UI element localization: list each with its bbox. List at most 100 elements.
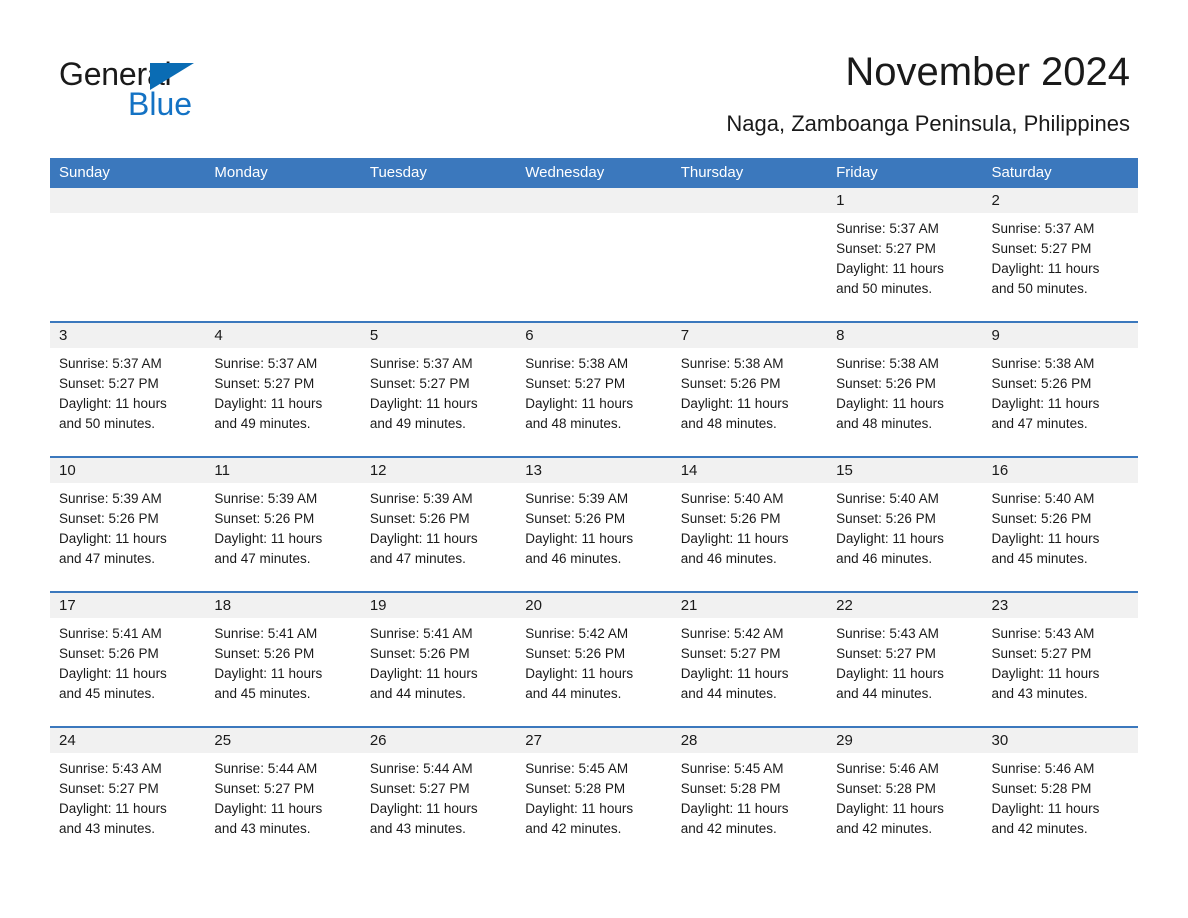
day-detail-line: Sunset: 5:26 PM: [59, 646, 159, 661]
day-number: 22: [827, 593, 983, 618]
day-detail-line: and 43 minutes.: [991, 686, 1088, 701]
day-detail-line: Sunset: 5:27 PM: [59, 781, 159, 796]
day-detail-line: and 50 minutes.: [836, 281, 933, 296]
day-detail-line: and 43 minutes.: [369, 821, 466, 836]
day-number: 16: [982, 458, 1138, 483]
day-details: Sunrise: 5:37 AM Sunset: 5:27 PM Daylight:…: [827, 213, 982, 299]
day-detail-line: Sunset: 5:27 PM: [991, 646, 1092, 661]
day-detail-line: Daylight: 11 hours: [680, 531, 789, 546]
calendar-day-cell[interactable]: 18 Sunrise: 5:41 AM Sunset: 5:26 PM Dayligh…: [205, 593, 361, 726]
day-detail-line: Sunset: 5:26 PM: [369, 511, 470, 526]
day-detail-line: Daylight: 11 hours: [214, 396, 323, 411]
day-detail-line: and 47 minutes.: [369, 551, 466, 566]
day-detail-line: Sunrise: 5:41 AM: [214, 626, 318, 641]
calendar-day-cell[interactable]: 3 Sunrise: 5:37 AM Sunset: 5:27 PM Daylight…: [50, 323, 206, 456]
calendar-day-cell[interactable]: 16 Sunrise: 5:40 AM Sunset: 5:26 PM Dayligh…: [982, 458, 1138, 591]
calendar-page: General Blue November 2024 Naga, Zamboan…: [0, 0, 1188, 918]
day-details: [672, 213, 827, 219]
day-detail-line: Sunrise: 5:41 AM: [59, 626, 162, 641]
day-detail-line: Daylight: 11 hours: [680, 396, 789, 411]
weekday-header-sunday: Sunday: [59, 164, 110, 181]
weekday-header-monday: Monday: [214, 164, 268, 181]
day-details: Sunrise: 5:40 AM Sunset: 5:26 PM Daylight:…: [827, 483, 982, 569]
calendar-week-row: 1 Sunrise: 5:37 AM Sunset: 5:27 PM Daylight…: [50, 188, 1138, 321]
day-detail-line: Sunrise: 5:43 AM: [59, 761, 162, 776]
calendar-day-cell[interactable]: 2 Sunrise: 5:37 AM Sunset: 5:27 PM Daylight…: [982, 188, 1138, 321]
day-detail-line: and 45 minutes.: [59, 686, 156, 701]
calendar-day-cell[interactable]: 14 Sunrise: 5:40 AM Sunset: 5:26 PM Dayligh…: [671, 458, 828, 591]
calendar-day-cell[interactable]: 12 Sunrise: 5:39 AM Sunset: 5:26 PM Dayligh…: [360, 458, 517, 591]
day-number: 7: [671, 323, 828, 348]
day-detail-line: and 45 minutes.: [991, 551, 1088, 566]
day-details: Sunrise: 5:37 AM Sunset: 5:27 PM Daylight:…: [983, 213, 1138, 299]
calendar-day-cell[interactable]: 24 Sunrise: 5:43 AM Sunset: 5:27 PM Dayligh…: [50, 728, 206, 848]
day-detail-line: Sunrise: 5:42 AM: [525, 626, 629, 641]
calendar-day-cell[interactable]: 20 Sunrise: 5:42 AM Sunset: 5:26 PM Dayligh…: [516, 593, 672, 726]
weekday-header-friday: Friday: [836, 164, 878, 181]
calendar-day-cell[interactable]: 30 Sunrise: 5:46 AM Sunset: 5:28 PM Dayligh…: [982, 728, 1138, 848]
day-details: Sunrise: 5:39 AM Sunset: 5:26 PM Daylight:…: [361, 483, 516, 569]
day-detail-line: Sunrise: 5:43 AM: [991, 626, 1095, 641]
general-blue-logo[interactable]: General Blue: [59, 55, 279, 125]
day-number: 18: [205, 593, 361, 618]
day-detail-line: and 50 minutes.: [59, 416, 156, 431]
day-detail-line: and 48 minutes.: [680, 416, 777, 431]
day-detail-line: Daylight: 11 hours: [836, 396, 944, 411]
day-detail-line: and 46 minutes.: [680, 551, 777, 566]
day-detail-line: Daylight: 11 hours: [59, 666, 167, 681]
day-number: 24: [50, 728, 206, 753]
day-details: Sunrise: 5:37 AM Sunset: 5:27 PM Daylight:…: [205, 348, 360, 434]
calendar-week-row: 10 Sunrise: 5:39 AM Sunset: 5:26 PM Dayligh…: [50, 456, 1138, 591]
day-detail-line: Daylight: 11 hours: [214, 801, 323, 816]
calendar-day-cell[interactable]: 11 Sunrise: 5:39 AM Sunset: 5:26 PM Dayligh…: [205, 458, 361, 591]
calendar-day-cell[interactable]: 27 Sunrise: 5:45 AM Sunset: 5:28 PM Dayligh…: [516, 728, 672, 848]
calendar-day-cell-empty: [205, 188, 361, 321]
day-details: Sunrise: 5:43 AM Sunset: 5:27 PM Daylight:…: [50, 753, 205, 839]
calendar-day-cell[interactable]: 8 Sunrise: 5:38 AM Sunset: 5:26 PM Daylight…: [827, 323, 983, 456]
calendar-day-cell[interactable]: 22 Sunrise: 5:43 AM Sunset: 5:27 PM Dayligh…: [827, 593, 983, 726]
day-detail-line: Daylight: 11 hours: [991, 801, 1100, 816]
calendar-day-cell[interactable]: 13 Sunrise: 5:39 AM Sunset: 5:26 PM Dayligh…: [516, 458, 672, 591]
day-number: 30: [982, 728, 1138, 753]
calendar-day-cell[interactable]: 7 Sunrise: 5:38 AM Sunset: 5:26 PM Daylight…: [671, 323, 828, 456]
day-detail-line: Daylight: 11 hours: [680, 666, 789, 681]
calendar-week-row: 3 Sunrise: 5:37 AM Sunset: 5:27 PM Daylight…: [50, 321, 1138, 456]
calendar-day-cell[interactable]: 4 Sunrise: 5:37 AM Sunset: 5:27 PM Daylight…: [205, 323, 361, 456]
day-detail-line: Daylight: 11 hours: [836, 666, 944, 681]
day-detail-line: Daylight: 11 hours: [369, 666, 478, 681]
day-detail-line: Sunrise: 5:43 AM: [836, 626, 939, 641]
day-detail-line: Daylight: 11 hours: [59, 396, 167, 411]
calendar-day-cell[interactable]: 10 Sunrise: 5:39 AM Sunset: 5:26 PM Dayligh…: [50, 458, 206, 591]
day-detail-line: Daylight: 11 hours: [525, 396, 634, 411]
day-detail-line: Sunset: 5:26 PM: [680, 376, 781, 391]
day-number: 25: [205, 728, 361, 753]
day-detail-line: Sunrise: 5:40 AM: [991, 491, 1095, 506]
day-detail-line: Sunset: 5:27 PM: [369, 781, 470, 796]
calendar-day-cell[interactable]: 17 Sunrise: 5:41 AM Sunset: 5:26 PM Dayligh…: [50, 593, 206, 726]
day-details: Sunrise: 5:41 AM Sunset: 5:26 PM Daylight:…: [205, 618, 360, 704]
calendar-day-cell-empty: [50, 188, 206, 321]
day-number: 17: [50, 593, 206, 618]
calendar-day-cell[interactable]: 23 Sunrise: 5:43 AM Sunset: 5:27 PM Dayligh…: [982, 593, 1138, 726]
calendar-day-cell[interactable]: 26 Sunrise: 5:44 AM Sunset: 5:27 PM Dayligh…: [360, 728, 517, 848]
day-detail-line: Sunset: 5:26 PM: [991, 511, 1092, 526]
day-detail-line: Sunrise: 5:40 AM: [836, 491, 939, 506]
day-number: 13: [516, 458, 672, 483]
day-detail-line: Daylight: 11 hours: [836, 531, 944, 546]
calendar-day-cell[interactable]: 9 Sunrise: 5:38 AM Sunset: 5:26 PM Daylight…: [982, 323, 1138, 456]
calendar-day-cell[interactable]: 1 Sunrise: 5:37 AM Sunset: 5:27 PM Daylight…: [827, 188, 983, 321]
calendar-day-cell[interactable]: 6 Sunrise: 5:38 AM Sunset: 5:27 PM Daylight…: [516, 323, 672, 456]
calendar-day-cell[interactable]: 21 Sunrise: 5:42 AM Sunset: 5:27 PM Dayligh…: [671, 593, 828, 726]
day-details: Sunrise: 5:44 AM Sunset: 5:27 PM Daylight:…: [361, 753, 516, 839]
calendar-day-cell[interactable]: 25 Sunrise: 5:44 AM Sunset: 5:27 PM Dayligh…: [205, 728, 361, 848]
day-detail-line: Daylight: 11 hours: [214, 666, 323, 681]
day-detail-line: Sunset: 5:27 PM: [836, 646, 936, 661]
day-detail-line: Sunrise: 5:42 AM: [680, 626, 784, 641]
calendar-day-cell[interactable]: 5 Sunrise: 5:37 AM Sunset: 5:27 PM Daylight…: [360, 323, 517, 456]
calendar-day-cell[interactable]: 19 Sunrise: 5:41 AM Sunset: 5:26 PM Dayligh…: [360, 593, 517, 726]
calendar-day-cell[interactable]: 29 Sunrise: 5:46 AM Sunset: 5:28 PM Dayligh…: [827, 728, 983, 848]
day-detail-line: Daylight: 11 hours: [991, 261, 1100, 276]
day-details: Sunrise: 5:42 AM Sunset: 5:26 PM Daylight:…: [516, 618, 671, 704]
calendar-day-cell[interactable]: 15 Sunrise: 5:40 AM Sunset: 5:26 PM Dayligh…: [827, 458, 983, 591]
calendar-day-cell[interactable]: 28 Sunrise: 5:45 AM Sunset: 5:28 PM Dayligh…: [671, 728, 828, 848]
